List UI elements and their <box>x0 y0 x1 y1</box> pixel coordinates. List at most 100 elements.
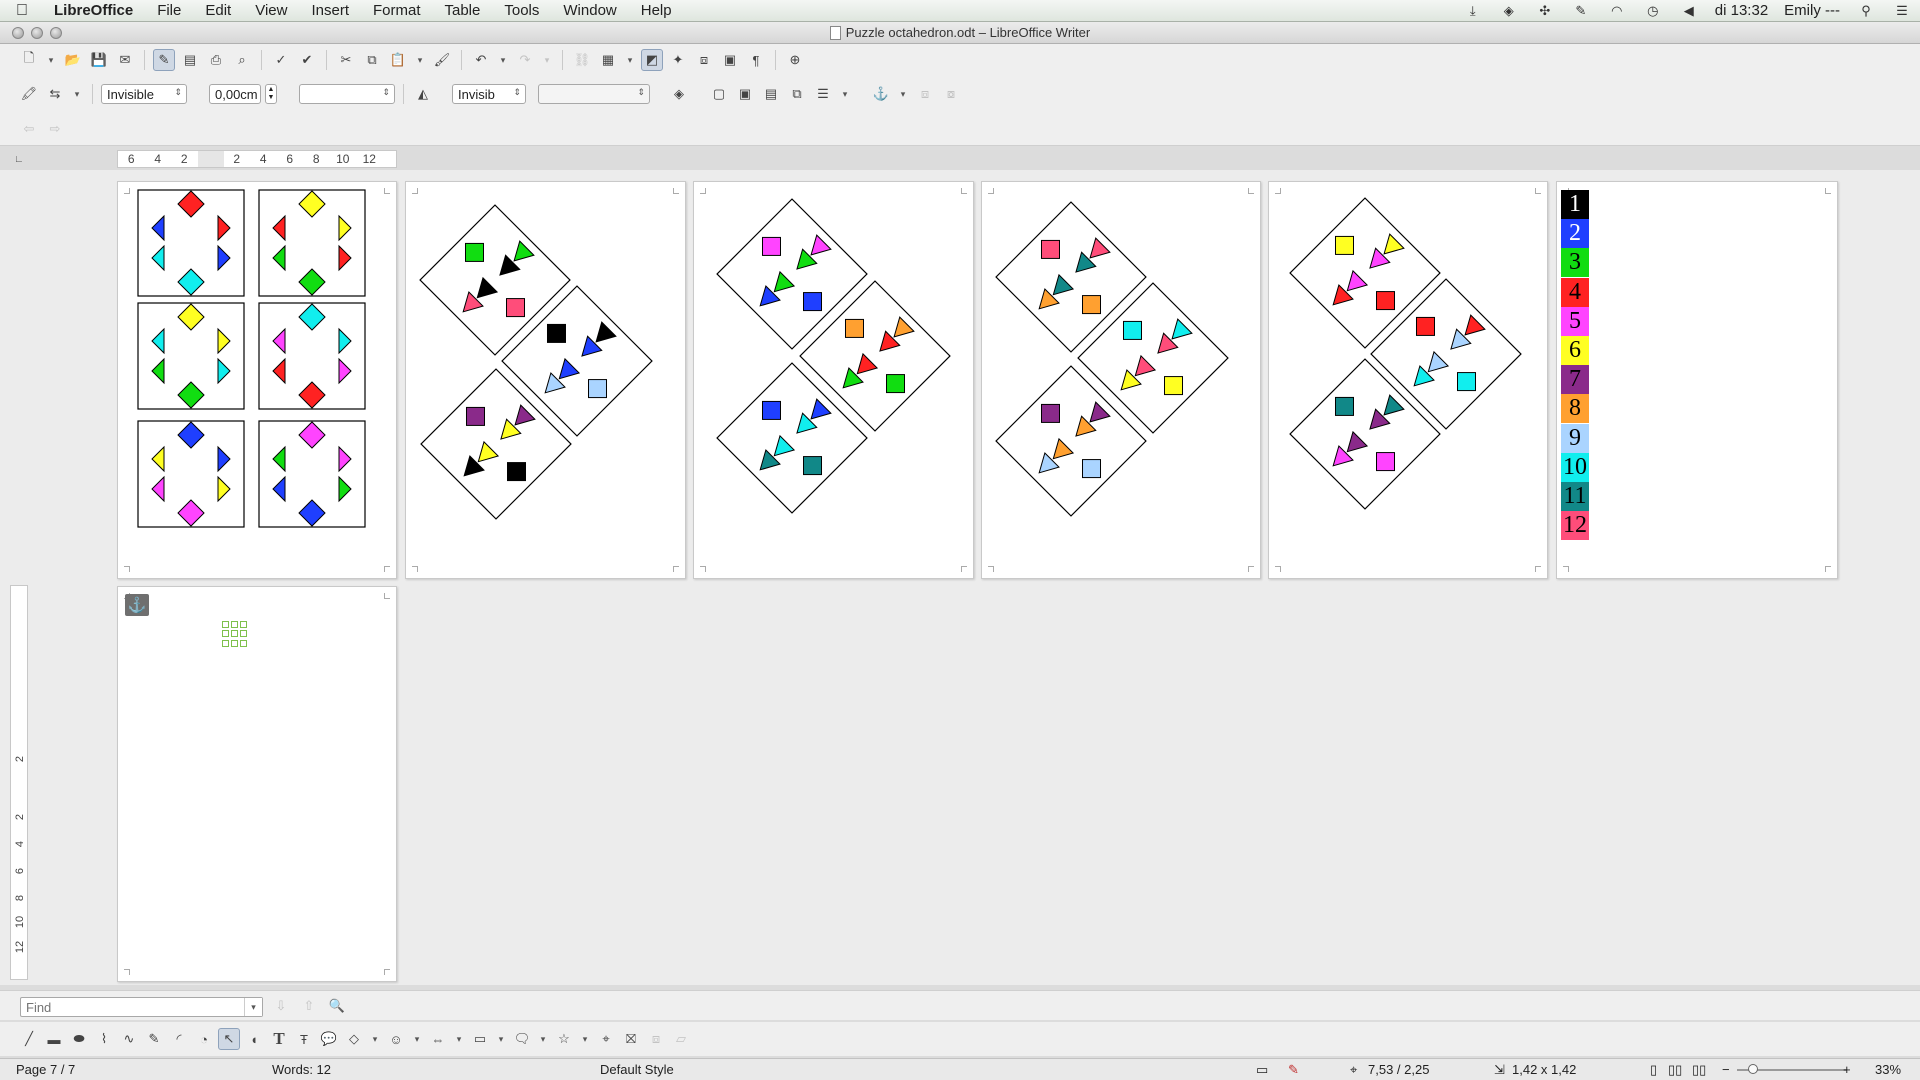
menu-table[interactable]: Table <box>433 0 493 22</box>
single-page-view-icon[interactable]: ▯ <box>1650 1062 1657 1078</box>
menu-file[interactable]: File <box>145 0 193 22</box>
document-page-5[interactable] <box>1268 181 1548 579</box>
document-page-2[interactable] <box>405 181 686 579</box>
align-icon[interactable]: ☰ <box>812 83 834 105</box>
document-modified-icon[interactable]: ✎ <box>1288 1062 1299 1078</box>
volume-icon[interactable]: ◀ <box>1678 3 1700 19</box>
line-color-select[interactable]: ⇕ <box>299 84 395 104</box>
notification-list-icon[interactable]: ☰ <box>1891 3 1913 19</box>
menu-window[interactable]: Window <box>551 0 628 22</box>
spotlight-icon[interactable]: ⚲ <box>1855 3 1877 19</box>
select-tool-icon[interactable]: ↖ <box>218 1028 240 1050</box>
redo-dropdown-icon[interactable]: ▾ <box>540 49 554 71</box>
basic-shapes-icon[interactable]: ◇ <box>343 1028 365 1050</box>
gallery-icon[interactable]: ▣ <box>719 49 741 71</box>
edit-mode-icon[interactable]: ✎ <box>153 49 175 71</box>
menubar-user[interactable]: Emily --- <box>1776 2 1848 19</box>
spellcheck-icon[interactable]: ✓ <box>270 49 292 71</box>
arc-tool-icon[interactable]: ◜ <box>168 1028 190 1050</box>
print-icon[interactable]: ⎙ <box>205 49 227 71</box>
open-icon[interactable]: 📂 <box>62 49 84 71</box>
area-style-select[interactable]: Invisib ⇕ <box>452 84 526 104</box>
vertical-text-tool-icon[interactable]: Ŧ <box>293 1028 315 1050</box>
callout-tool-icon[interactable]: 💬 <box>318 1028 340 1050</box>
formatting-marks-icon[interactable]: ¶ <box>745 49 767 71</box>
menu-app-name[interactable]: LibreOffice <box>44 0 145 22</box>
wrap-off-icon[interactable]: ▢ <box>708 83 730 105</box>
redo-icon[interactable]: ↷ <box>514 49 536 71</box>
download-icon[interactable]: ⤓ <box>1462 3 1484 19</box>
find-previous-icon[interactable]: ⇩ <box>270 995 292 1017</box>
ellipse-tool-icon[interactable]: ⬬ <box>68 1028 90 1050</box>
page-indicator[interactable]: Page 7 / 7 <box>16 1062 75 1077</box>
ungroup-icon[interactable]: ⧇ <box>940 83 962 105</box>
network-icon[interactable]: ✣ <box>1534 3 1556 19</box>
wifi-icon[interactable]: ◠ <box>1606 3 1628 19</box>
back-arrow-icon[interactable]: ⇦ <box>18 118 40 140</box>
cut-icon[interactable]: ✂ <box>335 49 357 71</box>
hyperlink-icon[interactable]: ⛓ <box>571 49 593 71</box>
print-preview-icon[interactable]: ⌕ <box>231 49 253 71</box>
area-fill-select[interactable]: ⇕ <box>538 84 650 104</box>
stars-dropdown-icon[interactable]: ▾ <box>578 1028 592 1050</box>
help-icon[interactable]: ⊕ <box>784 49 806 71</box>
stars-icon[interactable]: ☆ <box>553 1028 575 1050</box>
paste-dropdown-icon[interactable]: ▾ <box>413 49 427 71</box>
new-document-icon[interactable]: 🗋 <box>18 49 40 71</box>
clone-formatting-icon[interactable]: 🖌 <box>431 49 453 71</box>
align-dropdown-icon[interactable]: ▾ <box>838 83 852 105</box>
wrap-through-icon[interactable]: ▤ <box>760 83 782 105</box>
dropbox-icon[interactable]: ◈ <box>1498 3 1520 19</box>
block-arrows-icon[interactable]: ⇔ <box>427 1028 449 1050</box>
symbol-shapes-icon[interactable]: ☺ <box>385 1028 407 1050</box>
anchor-dropdown-icon[interactable]: ▾ <box>896 83 910 105</box>
basic-shapes-dropdown-icon[interactable]: ▾ <box>368 1028 382 1050</box>
text-tool-icon[interactable]: T <box>268 1028 290 1050</box>
arrow-style-dropdown-icon[interactable]: ▾ <box>70 83 84 105</box>
zoom-slider-thumb[interactable] <box>1748 1064 1758 1074</box>
close-window-button[interactable] <box>12 27 24 39</box>
curve-tool-icon[interactable]: ∿ <box>118 1028 140 1050</box>
email-icon[interactable]: ✉ <box>114 49 136 71</box>
flowchart-dropdown-icon[interactable]: ▾ <box>494 1028 508 1050</box>
area-style-icon[interactable]: ◭ <box>412 83 434 105</box>
arrow-style-icon[interactable]: ⇆ <box>44 83 66 105</box>
circle-segment-tool-icon[interactable]: ◖ <box>243 1028 265 1050</box>
document-page-6[interactable] <box>1556 181 1838 579</box>
page-style[interactable]: Default Style <box>600 1062 674 1077</box>
find-next-icon[interactable]: ⇧ <box>298 995 320 1017</box>
symbol-shapes-dropdown-icon[interactable]: ▾ <box>410 1028 424 1050</box>
line-style-select[interactable]: Invisible ⇕ <box>101 84 187 104</box>
flowchart-icon[interactable]: ▭ <box>469 1028 491 1050</box>
find-input[interactable] <box>20 997 263 1017</box>
time-machine-icon[interactable]: ◷ <box>1642 3 1664 19</box>
paste-icon[interactable]: 📋 <box>387 49 409 71</box>
document-page-7[interactable] <box>117 586 397 982</box>
3d-toggle-icon[interactable]: ▱ <box>670 1028 692 1050</box>
zoom-in-icon[interactable]: + <box>1843 1062 1851 1077</box>
selection-mode-icon[interactable]: ▭ <box>1256 1062 1268 1078</box>
wrap-on-icon[interactable]: ▣ <box>734 83 756 105</box>
table-icon[interactable]: ▦ <box>597 49 619 71</box>
document-page-4[interactable] <box>981 181 1261 579</box>
document-page-1[interactable] <box>117 181 397 579</box>
undo-icon[interactable]: ↶ <box>470 49 492 71</box>
zoom-out-icon[interactable]: − <box>1722 1062 1730 1077</box>
menubar-clock[interactable]: di 13:32 <box>1707 2 1776 19</box>
find-replace-dialog-icon[interactable]: 🔍 <box>326 995 348 1017</box>
callouts-dropdown-icon[interactable]: ▾ <box>536 1028 550 1050</box>
navigator-icon[interactable]: ⧈ <box>693 49 715 71</box>
fontwork-icon[interactable]: ⛝ <box>620 1028 642 1050</box>
anchor-icon[interactable]: ⚓ <box>125 594 149 616</box>
find-dropdown-icon[interactable]: ▾ <box>244 998 262 1016</box>
pen-icon[interactable]: ✎ <box>1570 3 1592 19</box>
new-dropdown-icon[interactable]: ▾ <box>44 49 58 71</box>
copy-icon[interactable]: ⧉ <box>361 49 383 71</box>
multi-page-view-icon[interactable]: ▯▯ <box>1668 1062 1682 1078</box>
menu-help[interactable]: Help <box>629 0 684 22</box>
rectangle-tool-icon[interactable]: ▬ <box>43 1028 65 1050</box>
freeform-tool-icon[interactable]: ✎ <box>143 1028 165 1050</box>
undo-dropdown-icon[interactable]: ▾ <box>496 49 510 71</box>
line-width-spinner[interactable]: ▲ ▼ <box>265 84 277 104</box>
extrusion-icon[interactable]: ⧈ <box>645 1028 667 1050</box>
